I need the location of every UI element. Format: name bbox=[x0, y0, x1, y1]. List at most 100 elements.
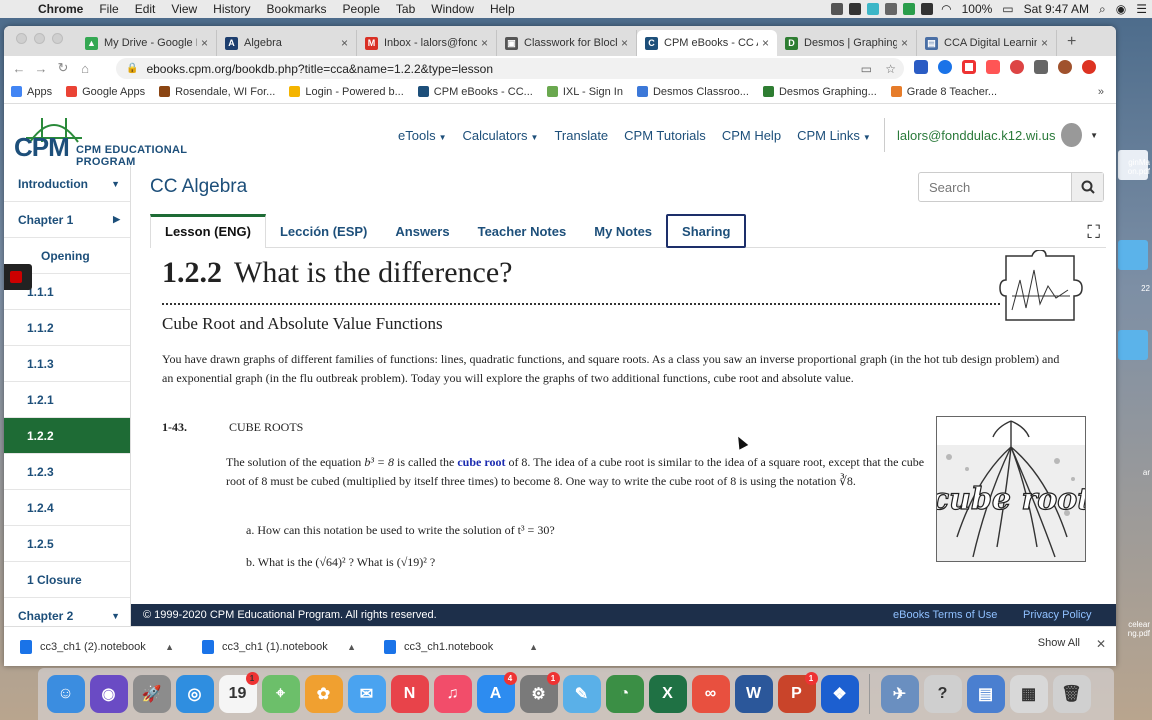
messages-icon[interactable]: ✉ bbox=[347, 675, 386, 713]
desktop-file-icon[interactable] bbox=[1118, 330, 1148, 360]
close-tab-icon[interactable]: × bbox=[481, 36, 488, 50]
sidebar-item[interactable]: Introduction ▼ bbox=[4, 166, 130, 202]
excel-icon[interactable]: X bbox=[648, 675, 687, 713]
close-tab-icon[interactable]: × bbox=[762, 36, 769, 50]
menu-people[interactable]: People bbox=[335, 2, 388, 16]
bookmark-item[interactable]: IXL - Sign In bbox=[540, 86, 630, 98]
sidebar-item[interactable]: 1.1.3 bbox=[4, 346, 130, 382]
lock-icon[interactable]: 🔒 bbox=[126, 63, 138, 74]
bookmark-item[interactable]: Rosendale, WI For... bbox=[152, 86, 282, 98]
launchpad-icon[interactable]: 🚀 bbox=[132, 675, 171, 713]
show-all-downloads-button[interactable]: Show All bbox=[1038, 637, 1080, 649]
cast-icon[interactable]: ▭ bbox=[861, 62, 872, 76]
download-item[interactable]: cc3_ch1 (2).notebook ▲ bbox=[4, 639, 186, 654]
download-item[interactable]: cc3_ch1.notebook ▲ bbox=[368, 639, 550, 654]
bookmark-star-icon[interactable]: ☆ bbox=[885, 62, 896, 76]
chevron-down-icon[interactable]: ▼ bbox=[111, 611, 120, 621]
menu-history[interactable]: History bbox=[205, 2, 258, 16]
tab-teacher-notes[interactable]: Teacher Notes bbox=[464, 214, 581, 247]
user-menu[interactable]: lalors@fonddulac.k12.wi.us ▼ bbox=[884, 118, 1098, 152]
tab-sharing[interactable]: Sharing bbox=[666, 214, 747, 248]
photos-icon[interactable]: ✿ bbox=[304, 675, 343, 713]
tab-my-notes[interactable]: My Notes bbox=[580, 214, 666, 247]
close-tab-icon[interactable]: × bbox=[621, 36, 628, 50]
bookmark-item[interactable]: Desmos Graphing... bbox=[756, 86, 884, 98]
chevron-right-icon[interactable]: ▶ bbox=[113, 214, 120, 225]
menu-tab[interactable]: Tab bbox=[388, 2, 423, 16]
privacy-link[interactable]: Privacy Policy bbox=[1023, 609, 1091, 621]
close-tab-icon[interactable]: × bbox=[1041, 36, 1048, 50]
new-tab-button[interactable]: + bbox=[1057, 33, 1086, 56]
browser-tab[interactable]: ▣ Classwork for Block × bbox=[497, 30, 637, 56]
word-icon[interactable]: W bbox=[734, 675, 773, 713]
news-icon[interactable]: N bbox=[390, 675, 429, 713]
browser-tab[interactable]: ▲ My Drive - Google Drive × bbox=[77, 30, 217, 56]
creative-cloud-icon[interactable]: ∞ bbox=[691, 675, 730, 713]
nav-cpm-tutorials[interactable]: CPM Tutorials bbox=[616, 128, 714, 143]
menu-edit[interactable]: Edit bbox=[127, 2, 164, 16]
address-bar[interactable]: 🔒 ebooks.cpm.org/bookdb.php?title=cca&na… bbox=[116, 58, 904, 79]
bookmark-item[interactable]: Apps bbox=[4, 86, 59, 98]
bookmark-item[interactable]: Desmos Classroo... bbox=[630, 86, 756, 98]
menu-window[interactable]: Window bbox=[423, 2, 482, 16]
chevron-up-icon[interactable]: ▲ bbox=[529, 642, 538, 652]
dropbox-icon[interactable]: ❖ bbox=[820, 675, 859, 713]
system-preferences-icon[interactable]: ⚙ 1 bbox=[519, 672, 560, 713]
extension-screencast-icon[interactable] bbox=[986, 60, 1000, 74]
browser-tab[interactable]: C CPM eBooks - CC Algebra × bbox=[637, 30, 777, 56]
close-tab-icon[interactable]: × bbox=[901, 36, 908, 50]
cpm-logo[interactable]: CPM CPM EDUCATIONAL PROGRAM bbox=[14, 114, 229, 168]
extension-c-icon[interactable] bbox=[914, 60, 928, 74]
nav-translate[interactable]: Translate bbox=[546, 128, 616, 143]
back-button[interactable]: ← bbox=[8, 61, 30, 76]
sidebar-item[interactable]: 1.1.2 bbox=[4, 310, 130, 346]
close-tab-icon[interactable]: × bbox=[341, 36, 348, 50]
search-input[interactable]: Search bbox=[919, 173, 1071, 201]
menu-help[interactable]: Help bbox=[482, 2, 523, 16]
search-button[interactable] bbox=[1071, 173, 1103, 201]
zoom-window-button[interactable] bbox=[52, 33, 63, 44]
dropbox-status-icon[interactable] bbox=[921, 3, 934, 15]
appstore-icon[interactable]: A4 bbox=[476, 672, 517, 713]
forward-button[interactable]: → bbox=[30, 61, 52, 76]
bookmarks-overflow-icon[interactable]: » bbox=[1098, 86, 1104, 98]
browser-tab[interactable]: A Algebra × bbox=[217, 30, 357, 56]
download-item[interactable]: cc3_ch1 (1).notebook ▲ bbox=[186, 639, 368, 654]
siri-icon[interactable]: ◉ bbox=[89, 675, 128, 713]
documents-icon[interactable]: ▤ bbox=[966, 675, 1005, 713]
fullscreen-icon[interactable]: ⛶ bbox=[1087, 222, 1100, 243]
sidebar-item[interactable]: Chapter 1 ▶ bbox=[4, 202, 130, 238]
browser-tab[interactable]: D Desmos | Graphing Calculator × bbox=[777, 30, 917, 56]
chevron-up-icon[interactable]: ▲ bbox=[165, 642, 174, 652]
calendar-icon[interactable]: 19 1 bbox=[218, 672, 259, 713]
finder-icon[interactable]: ☺ bbox=[46, 675, 85, 713]
bookmark-item[interactable]: Grade 8 Teacher... bbox=[884, 86, 1004, 98]
sidebar-item[interactable]: 1.2.2 bbox=[4, 418, 130, 454]
spotlight-icon[interactable]: ⌕ bbox=[1094, 2, 1111, 17]
drive-status-icon[interactable] bbox=[885, 3, 898, 15]
wifi-icon[interactable]: ◠ bbox=[936, 2, 956, 16]
notes-icon[interactable]: ✎ bbox=[562, 675, 601, 713]
menu-bookmarks[interactable]: Bookmarks bbox=[259, 2, 335, 16]
bookmark-item[interactable]: CPM eBooks - CC... bbox=[411, 86, 540, 98]
camera-status-icon[interactable] bbox=[867, 3, 880, 15]
glossary-link-cube-root[interactable]: cube root bbox=[457, 455, 505, 469]
chevron-down-icon[interactable]: ▼ bbox=[111, 179, 120, 189]
extension-dot-icon[interactable] bbox=[962, 60, 976, 74]
siri-menu-icon[interactable]: ◉ bbox=[1111, 2, 1131, 16]
sidebar-item[interactable]: 1.2.1 bbox=[4, 382, 130, 418]
clock[interactable]: Sat 9:47 AM bbox=[1019, 2, 1094, 16]
chrome-icon[interactable]: ◔ bbox=[605, 675, 644, 713]
music-icon[interactable]: ♫ bbox=[433, 675, 472, 713]
menu-app-name[interactable]: Chrome bbox=[30, 2, 91, 16]
powerpoint-icon[interactable]: P1 bbox=[777, 672, 818, 713]
sidebar-item[interactable]: 1 Closure bbox=[4, 562, 130, 598]
tab-leccion-esp[interactable]: Lección (ESP) bbox=[266, 214, 381, 247]
extension-blue-icon[interactable] bbox=[938, 60, 952, 74]
home-button[interactable]: ⌂ bbox=[74, 61, 96, 76]
nav-cpm-links[interactable]: CPM Links ▼ bbox=[789, 128, 879, 143]
desktop-file-icon[interactable] bbox=[1118, 240, 1148, 270]
battery-icon[interactable]: ▭ bbox=[997, 2, 1018, 16]
bookmark-item[interactable]: Google Apps bbox=[59, 86, 152, 98]
help-icon[interactable]: ? bbox=[923, 675, 962, 713]
